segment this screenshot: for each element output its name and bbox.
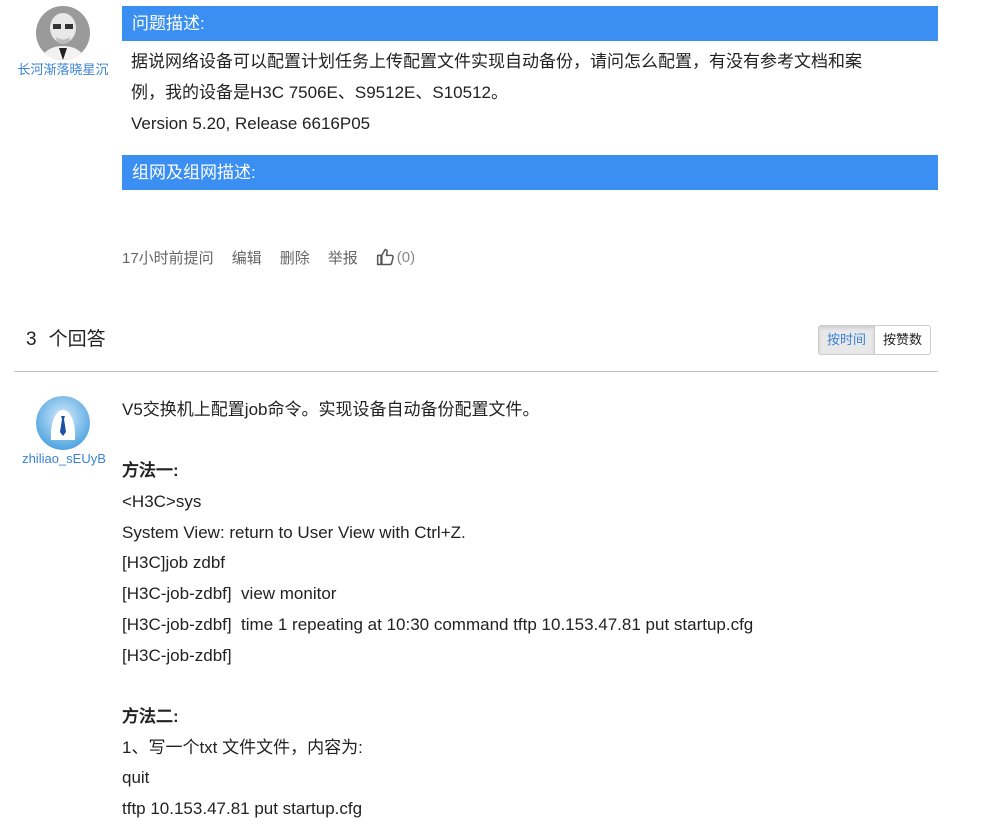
answers-count-number: 3 (26, 329, 37, 350)
sort-by-time-button[interactable]: 按时间 (819, 326, 876, 354)
thumbs-up-icon (376, 248, 394, 266)
network-description-header: 组网及组网描述: (122, 155, 938, 190)
question-body: 据说网络设备可以配置计划任务上传配置文件实现自动备份，请问怎么配置，有没有参考文… (131, 46, 921, 139)
answers-count-label: 个回答 (48, 329, 106, 350)
answer-line: [H3C-job-zdbf] view monitor (122, 584, 337, 604)
answer-sort-toggle: 按时间 按赞数 (818, 325, 932, 355)
answer-author-avatar[interactable] (36, 396, 90, 450)
question-time: 17小时前提问 (122, 249, 214, 267)
answers-divider (14, 371, 938, 372)
question-body-line: 据说网络设备可以配置计划任务上传配置文件实现自动备份，请问怎么配置，有没有参考文… (131, 52, 862, 71)
answer-line: System View: return to User View with Ct… (122, 522, 466, 542)
sort-by-votes-button[interactable]: 按赞数 (875, 326, 931, 354)
answer-line: V5交换机上配置job命令。实现设备自动备份配置文件。 (122, 400, 540, 419)
answer-line: 1、写一个txt 文件文件，内容为: (122, 737, 363, 757)
question-body-line: 例，我的设备是H3C 7506E、S9512E、S10512。 (131, 83, 508, 102)
avatar-photo (36, 6, 90, 60)
question-meta: 17小时前提问 编辑 删除 举报 (0) (122, 245, 433, 269)
answer-line: <H3C>sys (122, 492, 202, 512)
answer-method-heading: 方法一: (122, 461, 179, 481)
question-body-line: Version 5.20, Release 6616P05 (131, 114, 371, 133)
like-button[interactable]: (0) (376, 247, 415, 267)
answer-line (122, 671, 922, 702)
answer-line: [H3C]job zdbf (122, 553, 225, 573)
answers-count: 3 个回答 (26, 324, 106, 351)
answer-line (122, 426, 922, 457)
answer-line: [H3C-job-zdbf] time 1 repeating at 10:30… (122, 614, 754, 634)
report-link[interactable]: 举报 (328, 247, 358, 268)
question-author-name[interactable]: 长河渐落晓星沉 (14, 60, 112, 79)
problem-description-header: 问题描述: (122, 6, 938, 41)
answer-method-heading: 方法二: (122, 706, 179, 726)
answer-body: V5交换机上配置job命令。实现设备自动备份配置文件。 方法一: <H3C>sys S… (122, 395, 922, 825)
answer-line: quit (122, 768, 150, 788)
question-author-avatar[interactable] (36, 6, 90, 60)
avatar-icon (36, 396, 90, 450)
answer-line: tftp 10.153.47.81 put startup.cfg (122, 798, 363, 818)
answer-author-name[interactable]: zhiliao_sEUyB (12, 451, 116, 466)
like-count: (0) (396, 248, 416, 266)
answer-line: [H3C-job-zdbf] (122, 645, 232, 665)
delete-link[interactable]: 删除 (280, 247, 310, 268)
edit-link[interactable]: 编辑 (232, 247, 262, 268)
